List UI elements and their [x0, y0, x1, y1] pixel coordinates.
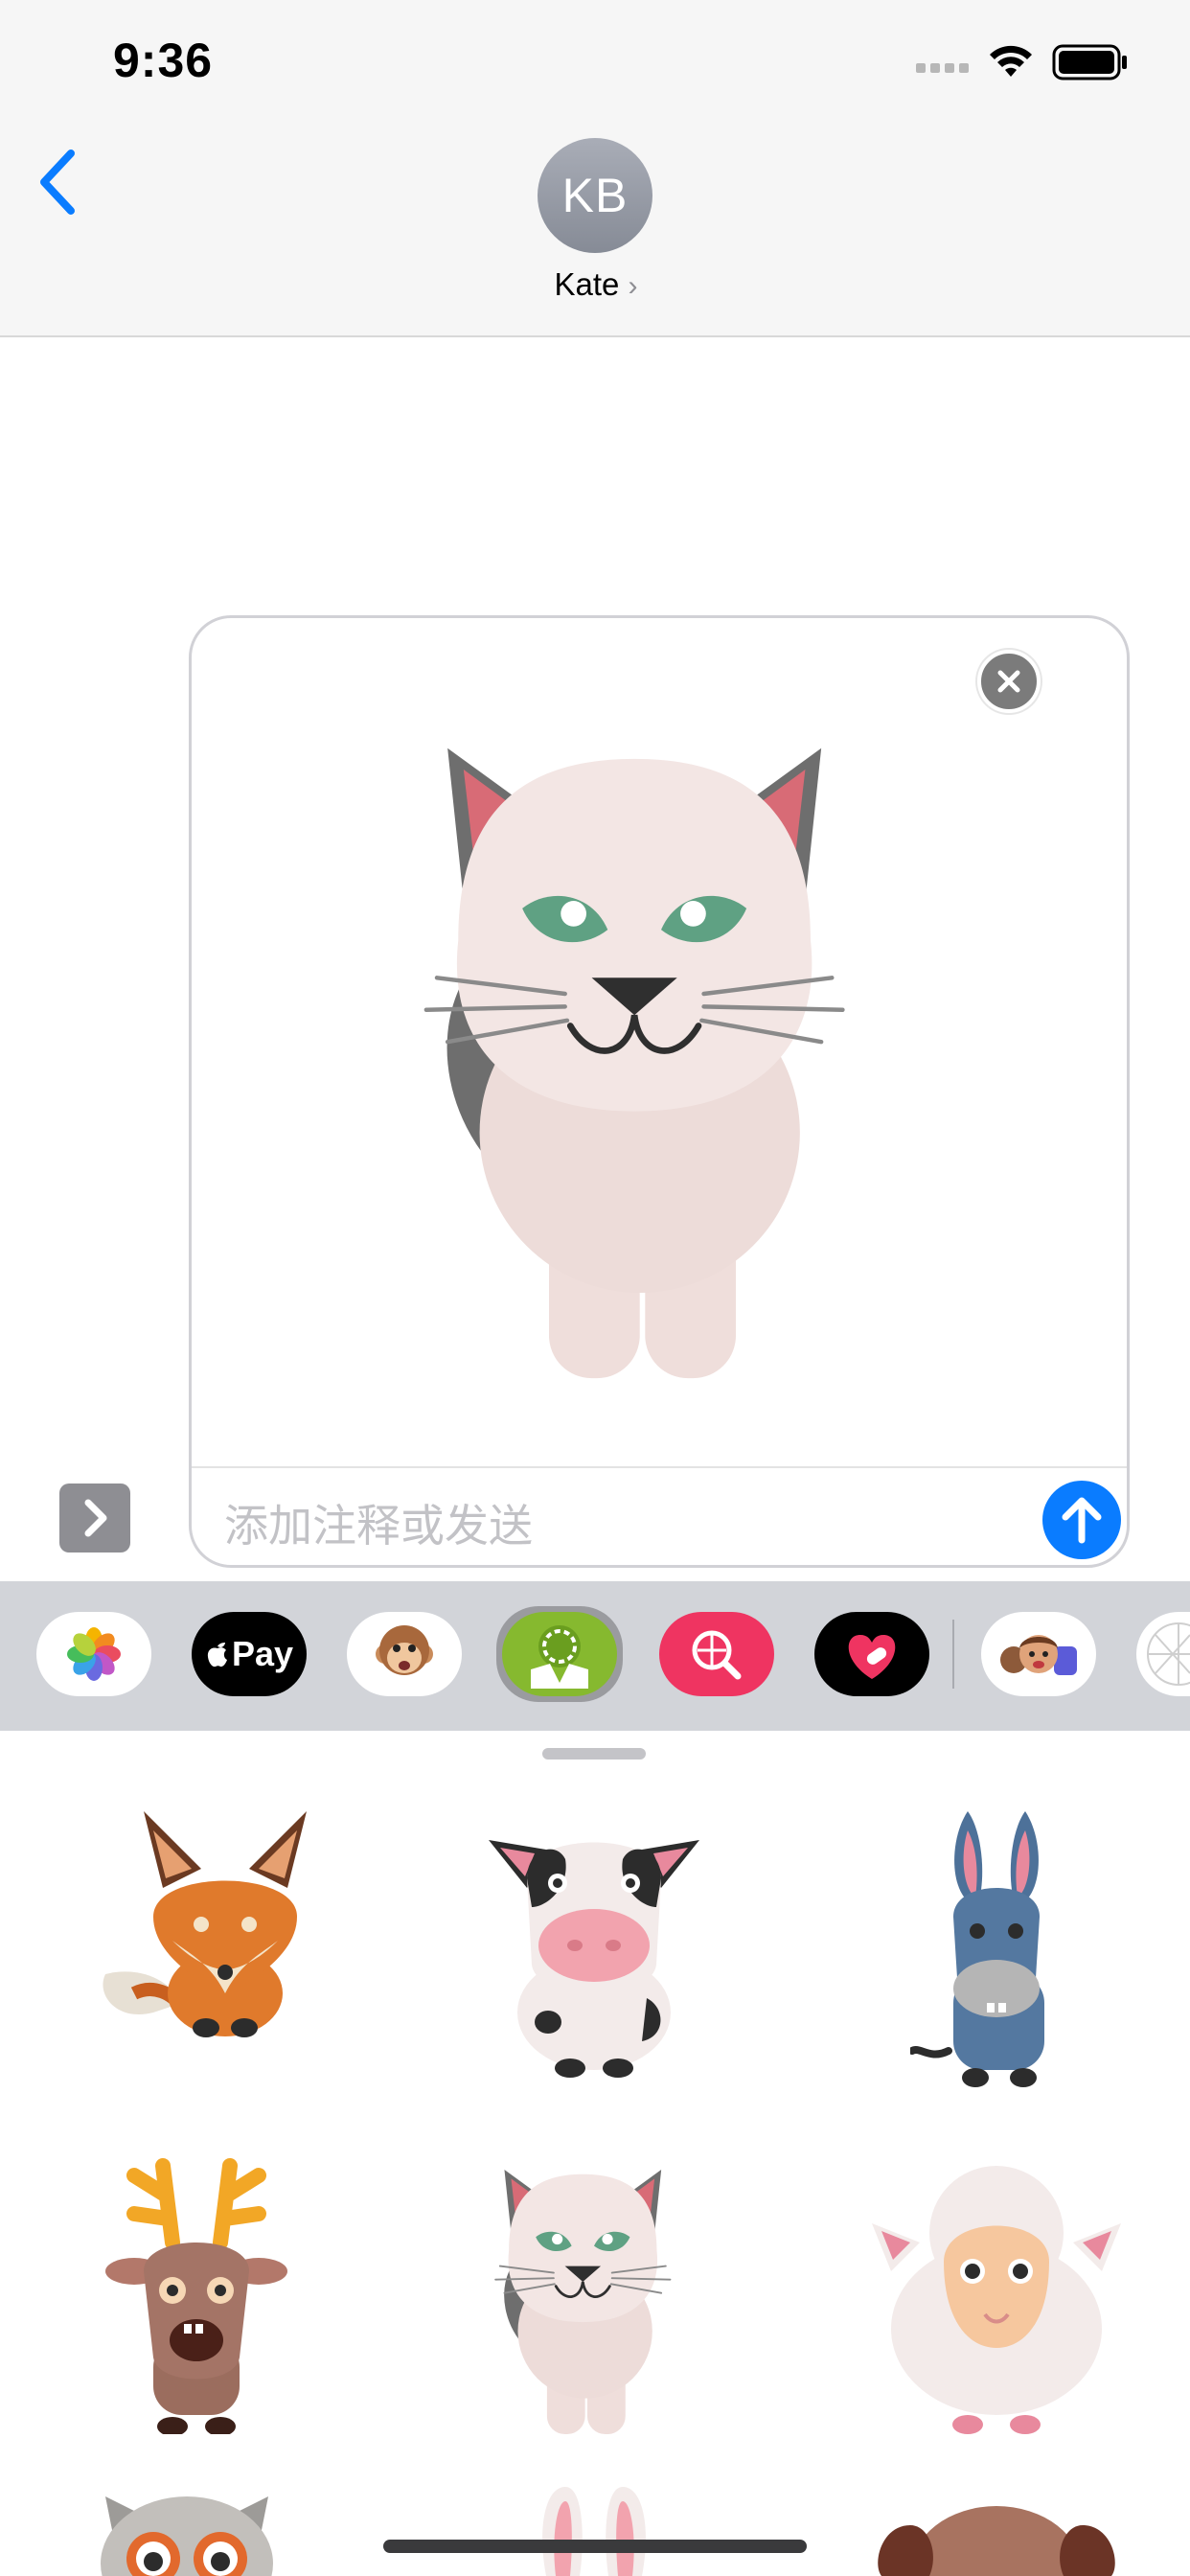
- chevron-left-icon[interactable]: [29, 144, 86, 220]
- send-button[interactable]: [1042, 1481, 1121, 1559]
- status-bar: 9:36: [0, 0, 1190, 125]
- sheet-grabber[interactable]: [542, 1748, 646, 1760]
- memoji-icon: [1000, 1635, 1077, 1675]
- status-time: 9:36: [113, 34, 214, 87]
- apple-pay-label: Pay: [231, 1634, 294, 1673]
- compose-divider: [192, 1466, 1127, 1468]
- sticker-owl[interactable]: [86, 2487, 287, 2576]
- sticker-fox[interactable]: [96, 1802, 316, 2041]
- sticker-deer[interactable]: [96, 2147, 297, 2434]
- app-photos[interactable]: [36, 1612, 151, 1696]
- wifi-icon: [990, 45, 1032, 77]
- attached-cat-sticker[interactable]: [249, 695, 1073, 1442]
- monkey-animoji-icon: [376, 1625, 433, 1675]
- app-sticker-selected[interactable]: [496, 1606, 623, 1702]
- app-memoji[interactable]: [981, 1612, 1096, 1696]
- globe-search-icon: [692, 1630, 742, 1680]
- heart-touch-icon: [848, 1635, 896, 1679]
- app-apple-pay[interactable]: Pay: [192, 1612, 307, 1696]
- app-image-search[interactable]: [659, 1612, 774, 1696]
- cellular-signal-icon: [916, 63, 969, 73]
- compose-box[interactable]: [189, 615, 1130, 1568]
- message-input[interactable]: 添加注释或发送: [224, 1491, 533, 1554]
- expand-apps-button[interactable]: [59, 1484, 130, 1552]
- app-animoji[interactable]: [347, 1612, 462, 1696]
- arrow-up-icon: [1062, 1497, 1102, 1544]
- sticker-dog[interactable]: [872, 2487, 1121, 2576]
- sticker-donkey[interactable]: [910, 1802, 1083, 2089]
- apple-pay-icon: [207, 1643, 227, 1668]
- drawer-separator: [952, 1620, 954, 1689]
- sticker-cat[interactable]: [441, 2156, 747, 2434]
- app-digital-touch[interactable]: [814, 1612, 929, 1696]
- home-indicator[interactable]: [383, 2540, 807, 2553]
- sticker-sheep[interactable]: [862, 2147, 1131, 2434]
- close-icon[interactable]: [977, 650, 1041, 713]
- sticker-rabbit[interactable]: [508, 2487, 680, 2576]
- contact-name-button[interactable]: Kate ›: [537, 266, 655, 303]
- chevron-right-icon: ›: [628, 270, 638, 302]
- sticker-cow[interactable]: [479, 1821, 709, 2080]
- chevron-right-icon: [84, 1499, 107, 1537]
- photos-icon: [67, 1627, 121, 1681]
- sticker-app-icon: [531, 1625, 588, 1689]
- contact-name: Kate: [554, 266, 620, 302]
- battery-icon: [1052, 44, 1127, 80]
- avatar[interactable]: KB: [538, 138, 652, 253]
